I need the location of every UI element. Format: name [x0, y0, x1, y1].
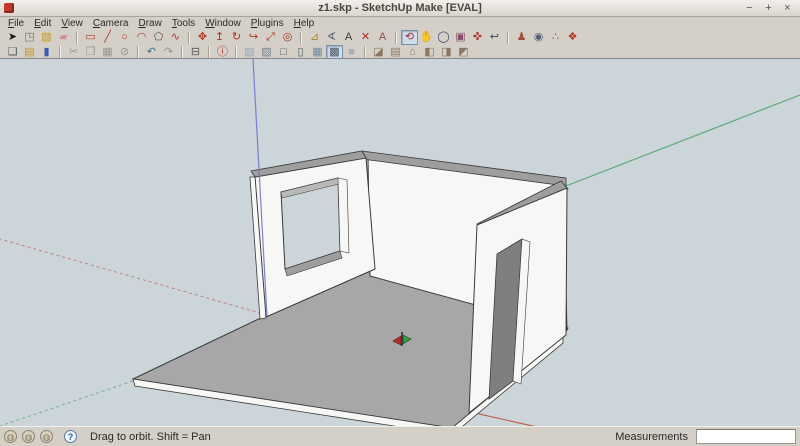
move-tool-icon[interactable]: ✥ [194, 30, 211, 45]
menu-bar: File Edit View Camera Draw Tools Window Plugins… [0, 17, 800, 30]
toolbar-separator [181, 46, 183, 58]
offset-tool-icon[interactable]: ◎ [279, 30, 296, 45]
menu-view[interactable]: View [56, 18, 88, 29]
eraser-tool-icon[interactable]: ▰ [55, 30, 72, 45]
push-pull-tool-icon[interactable]: ↥ [211, 30, 228, 45]
zoom-extents-tool-icon[interactable]: ✜ [469, 30, 486, 45]
look-around-tool-icon[interactable]: ◉ [530, 30, 547, 45]
window-title: z1.skp - SketchUp Make [EVAL] [318, 2, 482, 14]
polygon-tool-icon[interactable]: ⬠ [150, 30, 167, 45]
drawing-viewport[interactable] [0, 58, 800, 427]
menu-window[interactable]: Window [200, 18, 246, 29]
scale-tool-icon[interactable]: ⤢ [262, 30, 279, 45]
axes-tool-icon[interactable]: ✕ [357, 30, 374, 45]
menu-plugins[interactable]: Plugins [246, 18, 289, 29]
tape-measure-tool-icon[interactable]: ⊿ [306, 30, 323, 45]
line-tool-icon[interactable]: ╱ [99, 30, 116, 45]
toolbar-separator [507, 31, 509, 44]
status-bar: ◍ ◍ ◍ ? Drag to orbit. Shift = Pan Measure… [0, 426, 800, 446]
rotate-tool-icon[interactable]: ↻ [228, 30, 245, 45]
menu-camera[interactable]: Camera [88, 18, 134, 29]
toolbar-separator [364, 46, 366, 58]
title-bar[interactable]: z1.skp - SketchUp Make [EVAL] − + × [0, 0, 800, 17]
protractor-tool-icon[interactable]: ∢ [323, 30, 340, 45]
orbit-tool-icon[interactable]: ⟲ [401, 30, 418, 45]
menu-help[interactable]: Help [289, 18, 320, 29]
claim-credit-icon[interactable]: ◍ [22, 430, 35, 443]
3d-text-tool-icon[interactable]: A [374, 30, 391, 45]
close-button[interactable]: × [781, 2, 794, 15]
position-camera-tool-icon[interactable]: ♟ [513, 30, 530, 45]
paint-bucket-tool-icon[interactable]: ▨ [38, 30, 55, 45]
toolbar-separator [208, 46, 210, 58]
arc-tool-icon[interactable]: ◠ [133, 30, 150, 45]
select-tool-icon[interactable]: ➤ [4, 30, 21, 45]
help-icon[interactable]: ? [64, 430, 77, 443]
zoom-window-tool-icon[interactable]: ▣ [452, 30, 469, 45]
zoom-tool-icon[interactable]: ◯ [435, 30, 452, 45]
follow-me-tool-icon[interactable]: ↪ [245, 30, 262, 45]
toolbar-separator [188, 31, 190, 44]
freehand-tool-icon[interactable]: ∿ [167, 30, 184, 45]
toolbar-separator [76, 31, 78, 44]
minimize-button[interactable]: − [743, 2, 756, 15]
status-hint: Drag to orbit. Shift = Pan [90, 430, 211, 443]
window-jamb-face[interactable] [337, 177, 350, 254]
toolbar-separator [395, 31, 397, 44]
circle-tool-icon[interactable]: ○ [116, 30, 133, 45]
rectangle-tool-icon[interactable]: ▭ [82, 30, 99, 45]
sign-in-icon[interactable]: ◍ [40, 430, 53, 443]
text-tool-icon[interactable]: A [340, 30, 357, 45]
section-plane-tool-icon[interactable]: ❖ [564, 30, 581, 45]
menu-file[interactable]: File [3, 18, 29, 29]
menu-draw[interactable]: Draw [133, 18, 166, 29]
status-icons: ◍ ◍ ◍ [4, 430, 58, 443]
model-canvas[interactable] [0, 59, 800, 427]
walk-tool-icon[interactable]: ∴ [547, 30, 564, 45]
geo-location-icon[interactable]: ◍ [4, 430, 17, 443]
pan-tool-icon[interactable]: ✋ [418, 30, 435, 45]
sketchup-window: { "window": { "title": "z1.skp - SketchU… [0, 0, 800, 446]
measurements-label: Measurements [615, 430, 688, 443]
toolbar-main: ➤ ◳ ▨ ▰ ▭ ╱ ○ ◠ ⬠ ∿ ✥ ↥ ↻ ↪ ⤢ ◎ ⊿ ∢ A ✕ A ⟲ ✋ ◯ ▣ ✜ ↩ ♟ ◉ ∴ ❖ [0, 30, 800, 45]
maximize-button[interactable]: + [762, 2, 775, 15]
menu-edit[interactable]: Edit [29, 18, 56, 29]
menu-tools[interactable]: Tools [167, 18, 200, 29]
toolbar-separator [235, 46, 237, 58]
toolbar-separator [137, 46, 139, 58]
make-component-tool-icon[interactable]: ◳ [21, 30, 38, 45]
toolbar-separator [300, 31, 302, 44]
measurements-input[interactable] [696, 429, 796, 444]
toolbar-separator [59, 46, 61, 58]
zoom-previous-tool-icon[interactable]: ↩ [486, 30, 503, 45]
